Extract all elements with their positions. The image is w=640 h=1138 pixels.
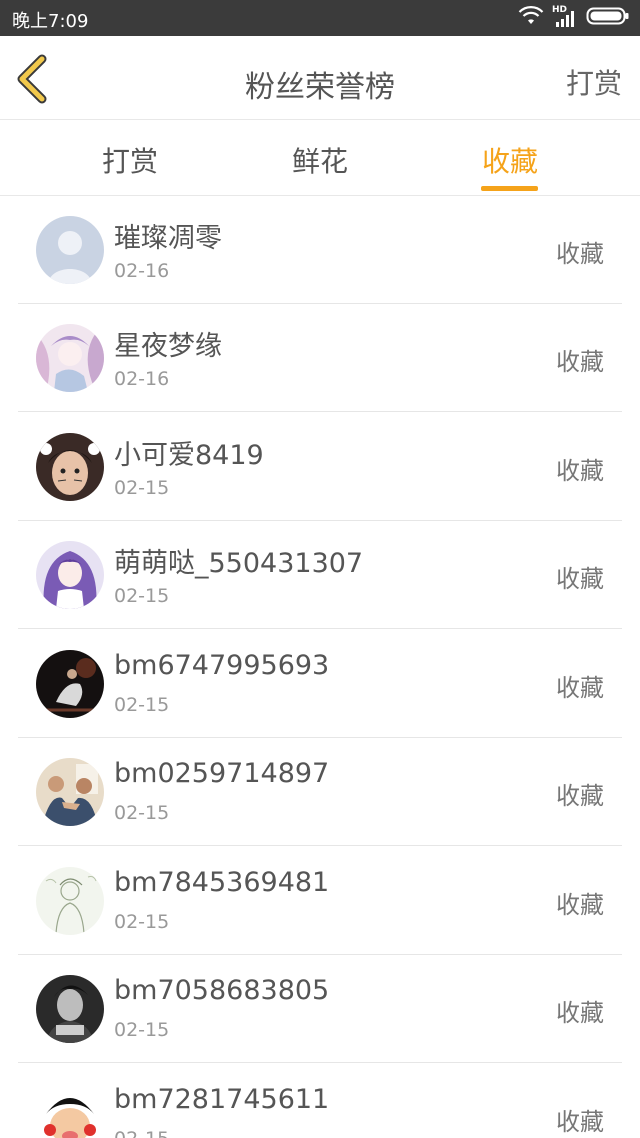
- status-time: 晚上7:09: [12, 11, 89, 32]
- list-item[interactable]: 萌萌哒_550431307 02-15 收藏: [0, 521, 640, 629]
- user-name: bm7281745611: [114, 1084, 330, 1115]
- list-item[interactable]: 璀璨凋零 02-16 收藏: [0, 196, 640, 304]
- user-name: bm6747995693: [114, 650, 330, 681]
- row-action-label: 收藏: [556, 999, 604, 1027]
- user-date: 02-15: [114, 802, 170, 824]
- avatar: [36, 541, 104, 609]
- avatar: [36, 650, 104, 718]
- list-item[interactable]: bm7845369481 02-15 收藏: [0, 847, 640, 955]
- user-date: 02-15: [114, 1019, 170, 1041]
- chevron-left-icon: [12, 54, 52, 108]
- row-action-label: 收藏: [556, 782, 604, 810]
- avatar: [36, 433, 104, 501]
- user-date: 02-15: [114, 911, 170, 933]
- nav-bar: 粉丝荣誉榜 打赏: [0, 36, 640, 120]
- row-action-label: 收藏: [556, 240, 604, 268]
- row-action-label: 收藏: [556, 457, 604, 485]
- avatar: [36, 324, 104, 392]
- reward-button[interactable]: 打赏: [566, 62, 622, 102]
- battery-icon: [586, 6, 630, 30]
- row-action-label: 收藏: [556, 674, 604, 702]
- user-name: bm7058683805: [114, 975, 330, 1006]
- user-name: 星夜梦缘: [114, 331, 222, 362]
- list-item[interactable]: bm6747995693 02-15 收藏: [0, 630, 640, 738]
- divider: [18, 845, 622, 846]
- list-item[interactable]: bm0259714897 02-15 收藏: [0, 738, 640, 846]
- user-name: 小可爱8419: [114, 440, 264, 471]
- user-date: 02-15: [114, 585, 170, 607]
- wifi-icon: [518, 6, 544, 30]
- tab-favorites[interactable]: 收藏: [470, 140, 550, 180]
- tab-bar: 打赏 鲜花 收藏: [0, 120, 640, 196]
- page-title: 粉丝荣誉榜: [245, 70, 395, 105]
- user-name: 萌萌哒_550431307: [114, 548, 364, 579]
- tab-flowers[interactable]: 鲜花: [280, 140, 360, 180]
- tab-reward[interactable]: 打赏: [90, 140, 170, 180]
- user-date: 02-15: [114, 1128, 169, 1138]
- status-bar: 晚上7:09 HD: [0, 0, 640, 36]
- user-name: bm0259714897: [114, 758, 330, 789]
- row-action-label: 收藏: [556, 891, 604, 919]
- row-action-label: 收藏: [556, 1108, 604, 1136]
- back-button[interactable]: [12, 54, 60, 104]
- avatar: [36, 867, 104, 935]
- list-item[interactable]: bm7058683805 02-15 收藏: [0, 955, 640, 1063]
- signal-icon: HD: [552, 5, 578, 29]
- list-item[interactable]: 小可爱8419 02-15 收藏: [0, 413, 640, 521]
- user-date: 02-15: [114, 694, 170, 716]
- avatar: [36, 758, 104, 826]
- user-name: bm7845369481: [114, 867, 330, 898]
- row-action-label: 收藏: [556, 565, 604, 593]
- divider: [18, 411, 622, 412]
- row-action-label: 收藏: [556, 348, 604, 376]
- active-tab-indicator: [481, 186, 538, 191]
- divider: [18, 628, 622, 629]
- divider: [18, 1062, 622, 1063]
- avatar: [36, 216, 104, 284]
- avatar: [36, 975, 104, 1043]
- list-item[interactable]: 星夜梦缘 02-16 收藏: [0, 304, 640, 412]
- status-icons: HD: [518, 5, 630, 30]
- user-date: 02-16: [114, 260, 170, 282]
- user-date: 02-15: [114, 477, 170, 499]
- user-date: 02-16: [114, 368, 170, 390]
- user-name: 璀璨凋零: [114, 223, 222, 254]
- avatar: [36, 1084, 104, 1138]
- list-item[interactable]: bm7281745611 02-15 收藏: [0, 1064, 640, 1138]
